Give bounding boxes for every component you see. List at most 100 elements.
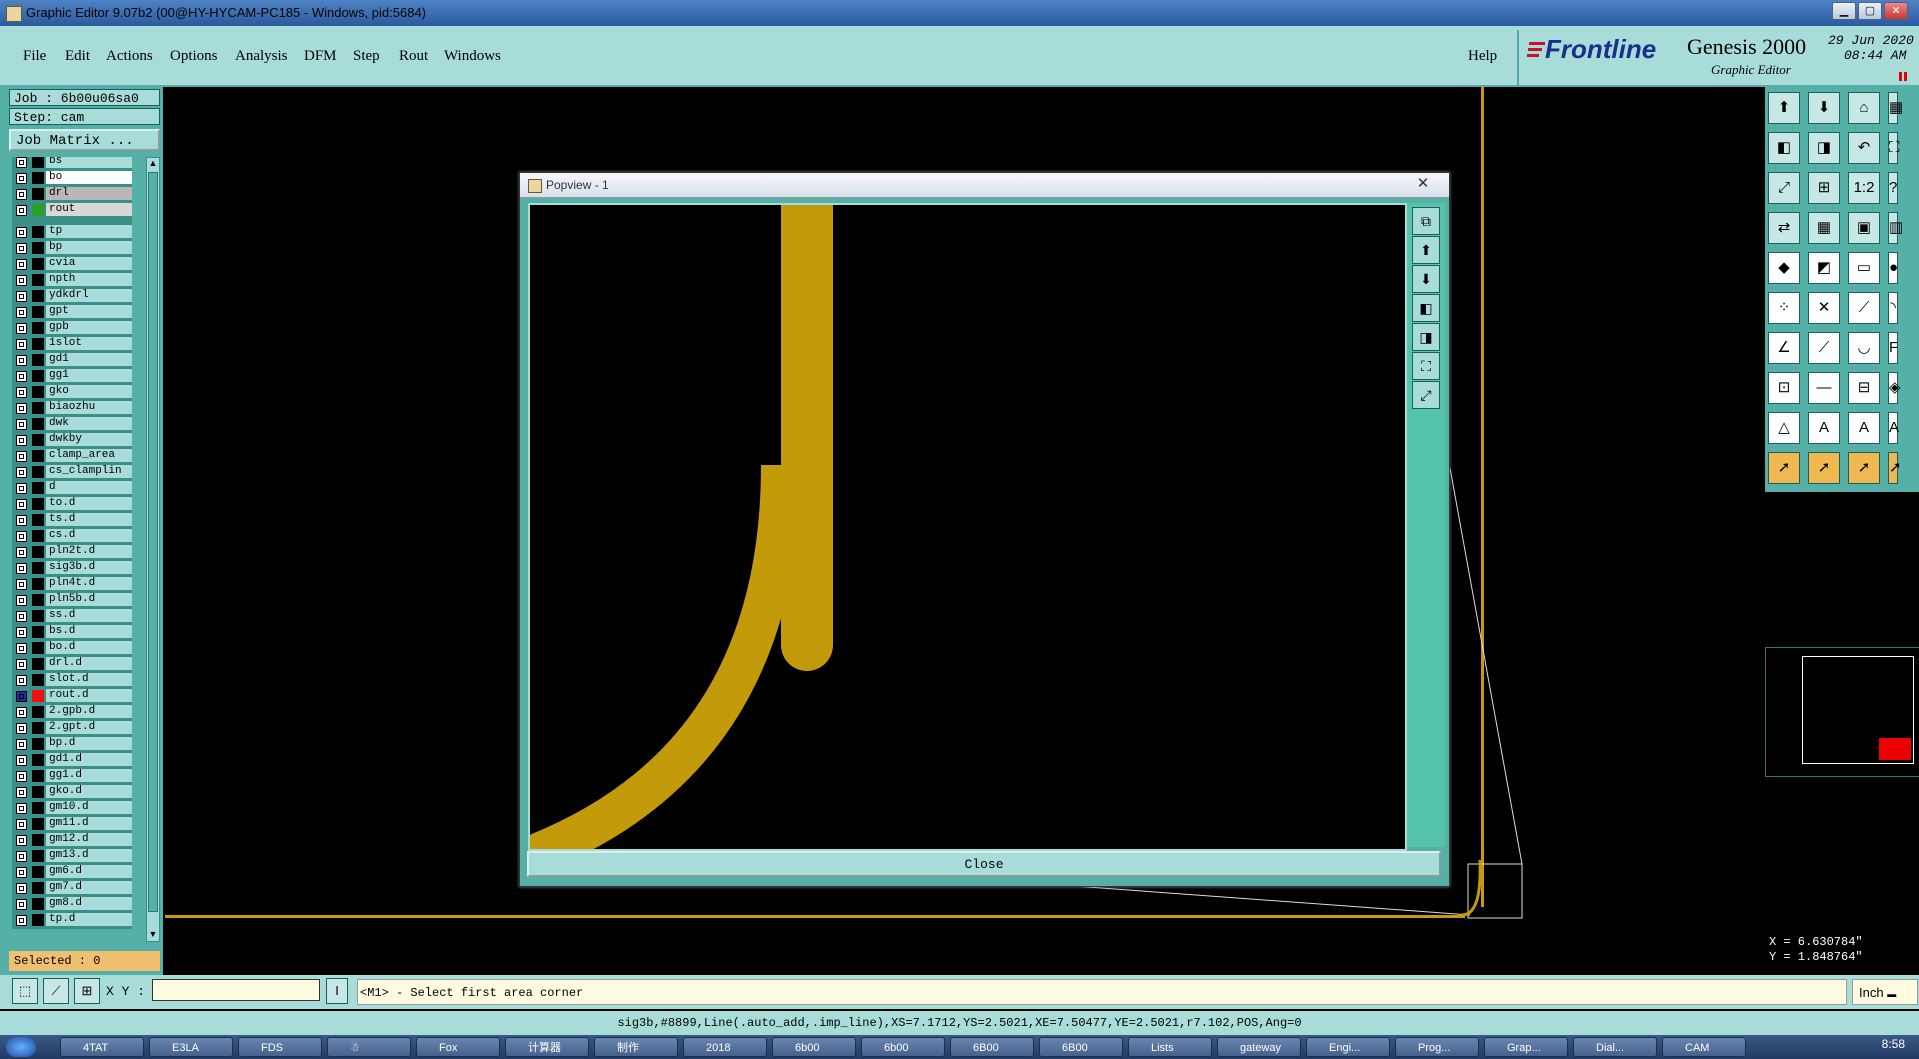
taskbar-item[interactable]: 6b00 (861, 1037, 945, 1057)
layer-color-swatch[interactable] (32, 274, 44, 286)
layer-row[interactable]: bo (12, 171, 132, 185)
text-icon[interactable]: F (1888, 332, 1898, 364)
layer-row[interactable]: bs (12, 157, 132, 169)
layer-checkbox[interactable] (16, 851, 27, 862)
layer-row[interactable]: 1slot (12, 337, 132, 351)
layer-name[interactable]: gd1.d✎ (46, 753, 132, 766)
layer-row[interactable]: pln4t.d (12, 577, 132, 591)
layer-row[interactable]: bs.d (12, 625, 132, 639)
layer-checkbox[interactable] (16, 243, 27, 254)
layer-checkbox[interactable] (16, 355, 27, 366)
xy-input[interactable] (152, 979, 320, 1001)
shapes-icon[interactable]: ◈ (1888, 372, 1901, 404)
layer-row[interactable]: cvia (12, 257, 132, 271)
layer-checkbox[interactable] (16, 259, 27, 270)
layer-color-swatch[interactable] (32, 866, 44, 878)
layer-name[interactable]: dwkby (46, 433, 132, 446)
layer-checkbox[interactable] (16, 307, 27, 318)
layer-name[interactable]: tp (46, 225, 132, 238)
layer-name[interactable]: bs.d (46, 625, 132, 638)
layer-checkbox[interactable] (16, 643, 27, 654)
layer-color-swatch[interactable] (32, 770, 44, 782)
popview-canvas[interactable] (513, 179, 1407, 879)
layer-checkbox[interactable] (16, 755, 27, 766)
layer-color-swatch[interactable] (32, 157, 44, 168)
layer-checkbox[interactable] (16, 227, 27, 238)
layer-checkbox[interactable] (16, 419, 27, 430)
zoom-all-icon[interactable]: ⤢ (1412, 381, 1440, 409)
layer-checkbox[interactable] (16, 563, 27, 574)
layer-name[interactable]: ts.d (46, 513, 132, 526)
fit-screen-icon[interactable]: ⤢ (1768, 172, 1800, 204)
layer-row[interactable]: cs_clamplin (12, 465, 132, 479)
layer-row[interactable]: bo.d (12, 641, 132, 655)
zoom-fit-icon[interactable]: ⊞ (1808, 172, 1840, 204)
layer-color-swatch[interactable] (32, 204, 44, 216)
layer-color-swatch[interactable] (32, 290, 44, 302)
layer-name[interactable]: gm11.d (46, 817, 132, 830)
layer-row[interactable]: gko.d (12, 785, 132, 799)
layer-checkbox[interactable] (16, 547, 27, 558)
grid-icon[interactable]: ▦ (1808, 212, 1840, 244)
layer-checkbox[interactable] (16, 515, 27, 526)
pan-down-icon[interactable]: ⬇ (1808, 92, 1840, 124)
menu-file[interactable]: File (23, 48, 46, 65)
layer-color-swatch[interactable] (32, 386, 44, 398)
layer-checkbox[interactable] (16, 451, 27, 462)
menu-help[interactable]: Help (1468, 48, 1497, 65)
pan-right-icon[interactable]: ◨ (1412, 323, 1440, 351)
layer-color-swatch[interactable] (32, 434, 44, 446)
layer-name[interactable]: to.d✎ (46, 497, 132, 510)
layer-row[interactable]: clamp_area (12, 449, 132, 463)
popview-close-button[interactable]: Close (527, 851, 1441, 877)
cross-icon[interactable]: ✕ (1808, 292, 1840, 324)
layer-row[interactable]: pln5b.d (12, 593, 132, 607)
layer-row[interactable]: gko (12, 385, 132, 399)
layer-info-icon[interactable]: ▥ (1888, 212, 1903, 244)
layer-color-swatch[interactable] (32, 754, 44, 766)
layer-checkbox[interactable] (16, 771, 27, 782)
layer-name[interactable]: gm10.d (46, 801, 132, 814)
zoom-home-icon[interactable]: ⬆ (1412, 236, 1440, 264)
pan-up-icon[interactable]: ⬆ (1768, 92, 1800, 124)
layer-row[interactable]: tp (12, 225, 132, 239)
layer-name[interactable]: drl.d (46, 657, 132, 670)
layer-row[interactable]: gg1.d (12, 769, 132, 783)
taskbar-item[interactable]: 2018 (683, 1037, 767, 1057)
layer-checkbox[interactable] (16, 323, 27, 334)
arc-icon[interactable]: ◝ (1888, 292, 1898, 324)
layer-name[interactable]: cs_clamplin (46, 465, 132, 478)
layer-checkbox[interactable] (16, 483, 27, 494)
layer-checkbox[interactable] (16, 691, 27, 702)
taskbar-item[interactable]: Dial... (1573, 1037, 1657, 1057)
scroll-down-icon[interactable]: ▼ (147, 929, 159, 941)
layer-row[interactable]: dwkby (12, 433, 132, 447)
layer-name[interactable]: pln4t.d (46, 577, 132, 590)
layer-row[interactable]: ts.d (12, 513, 132, 527)
layer-color-swatch[interactable] (32, 482, 44, 494)
layer-color-swatch[interactable] (32, 188, 44, 200)
layer-row[interactable]: gm8.d (12, 897, 132, 911)
layer-checkbox[interactable] (16, 579, 27, 590)
layer-color-swatch[interactable] (32, 172, 44, 184)
taskbar-item[interactable]: 6B00 (950, 1037, 1034, 1057)
layer-color-swatch[interactable] (32, 306, 44, 318)
layer-name[interactable]: bo (46, 171, 132, 184)
layer-checkbox[interactable] (16, 275, 27, 286)
popview-title-bar[interactable]: Popview - 1 ✕ (520, 173, 1449, 198)
layer-color-swatch[interactable] (32, 242, 44, 254)
layer-checkbox[interactable] (16, 339, 27, 350)
layer-name[interactable]: bp.d (46, 737, 132, 750)
layer-checkbox[interactable] (16, 803, 27, 814)
layer-name[interactable]: bp (46, 241, 132, 254)
layer-name[interactable]: gpt (46, 305, 132, 318)
menu-options[interactable]: Options (170, 48, 218, 65)
layer-name[interactable]: gko (46, 385, 132, 398)
layer-row[interactable]: rout.d▪ (12, 689, 132, 703)
layer-checkbox[interactable] (16, 819, 27, 830)
taskbar-item[interactable]: FDS (238, 1037, 322, 1057)
layer-name[interactable]: rout (46, 203, 132, 216)
layer-row[interactable]: drl.d (12, 657, 132, 671)
measure-mode-icon[interactable]: ⟋ (43, 978, 69, 1004)
move-icon[interactable]: ⊡ (1768, 372, 1800, 404)
